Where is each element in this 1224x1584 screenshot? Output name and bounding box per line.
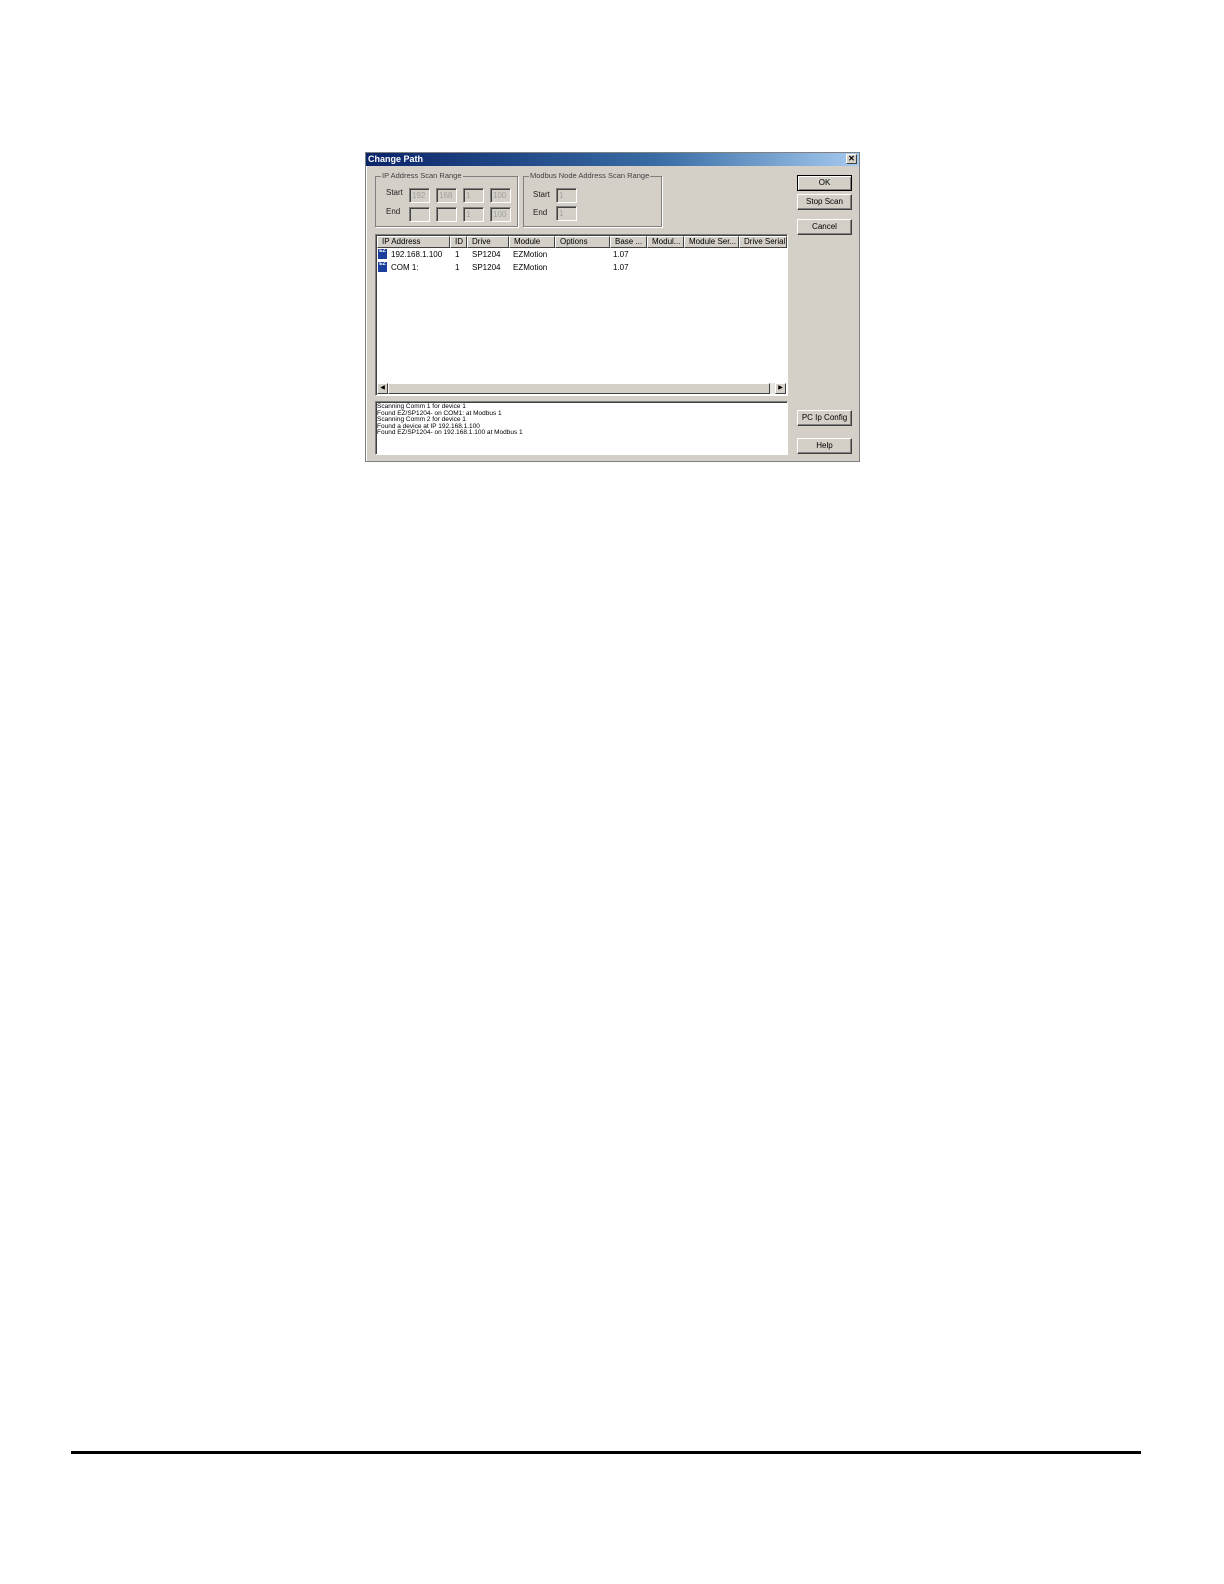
ip-start-label: Start (386, 188, 403, 197)
scroll-left-icon[interactable]: ◀ (377, 383, 388, 394)
table-row[interactable]: EZ 192.168.1.100 1 SP1204 EZMotion 1.07 (377, 248, 787, 261)
dialog-titlebar[interactable]: Change Path ✕ (366, 153, 859, 166)
ip-end-octet-4[interactable]: 100 (490, 207, 511, 222)
scroll-right-icon[interactable]: ▶ (775, 383, 786, 394)
cell-module: EZMotion (513, 250, 548, 259)
ip-end-octet-3[interactable]: 1 (463, 207, 484, 222)
column-drive-serial[interactable]: Drive Serial (739, 236, 787, 248)
pc-ip-config-button[interactable]: PC Ip Config (797, 410, 852, 426)
cell-id: 1 (455, 263, 460, 272)
column-id[interactable]: ID (450, 236, 467, 248)
column-drive[interactable]: Drive (467, 236, 509, 248)
column-module[interactable]: Module (509, 236, 555, 248)
modbus-start-label: Start (533, 190, 550, 199)
table-row[interactable]: EZ COM 1: 1 SP1204 EZMotion 1.07 (377, 261, 787, 274)
cancel-button[interactable]: Cancel (797, 219, 852, 235)
ip-start-octet-4[interactable]: 100 (490, 188, 511, 203)
ip-start-octet-1[interactable]: 192 (409, 188, 430, 203)
ip-start-octet-2[interactable]: 168 (436, 188, 457, 203)
dialog-title: Change Path (368, 154, 424, 164)
stop-scan-button[interactable]: Stop Scan (797, 194, 852, 210)
ez-device-icon: EZ (378, 249, 387, 259)
scrollbar-thumb[interactable] (388, 383, 770, 394)
cell-base: 1.07 (613, 250, 629, 259)
close-icon[interactable]: ✕ (846, 154, 857, 164)
column-options[interactable]: Options (555, 236, 610, 248)
column-module-short[interactable]: Modul... (647, 236, 684, 248)
modbus-end-field[interactable]: 1 (556, 206, 577, 221)
page-footer-rule (71, 1451, 1141, 1454)
ez-device-icon: EZ (378, 262, 387, 272)
ok-button[interactable]: OK (797, 175, 852, 191)
modbus-end-label: End (533, 208, 548, 217)
ip-end-octet-1[interactable] (409, 207, 430, 222)
cell-base: 1.07 (613, 263, 629, 272)
ip-end-octet-2[interactable] (436, 207, 457, 222)
cell-id: 1 (455, 250, 460, 259)
change-path-dialog: Change Path ✕ IP Address Scan Range Star… (365, 152, 860, 462)
modbus-scan-range-group: Modbus Node Address Scan Range Start End… (523, 171, 662, 227)
horizontal-scrollbar[interactable]: ◀ ▶ (377, 383, 786, 394)
ip-scan-range-group: IP Address Scan Range Start End 192 168 … (375, 171, 518, 227)
ip-end-label: End (386, 207, 401, 216)
log-line: Found EZ/SP1204- on 192.168.1.100 at Mod… (377, 429, 523, 437)
cell-drive: SP1204 (472, 250, 501, 259)
device-list-header: IP Address ID Drive Module Options Base … (377, 236, 787, 248)
device-list[interactable]: IP Address ID Drive Module Options Base … (375, 234, 788, 396)
column-module-serial[interactable]: Module Ser... (684, 236, 739, 248)
cell-module: EZMotion (513, 263, 548, 272)
scan-log[interactable]: Scanning Comm 1 for device 1 Found EZ/SP… (375, 401, 788, 455)
cell-ip: 192.168.1.100 (391, 250, 443, 259)
cell-ip: COM 1: (391, 263, 419, 272)
ip-scan-range-legend: IP Address Scan Range (381, 171, 463, 180)
column-ip-address[interactable]: IP Address (377, 236, 450, 248)
cell-drive: SP1204 (472, 263, 501, 272)
modbus-start-field[interactable]: 1 (556, 188, 577, 203)
modbus-scan-range-legend: Modbus Node Address Scan Range (529, 171, 651, 180)
column-base[interactable]: Base ... (610, 236, 647, 248)
ip-start-octet-3[interactable]: 1 (463, 188, 484, 203)
help-button[interactable]: Help (797, 438, 852, 454)
